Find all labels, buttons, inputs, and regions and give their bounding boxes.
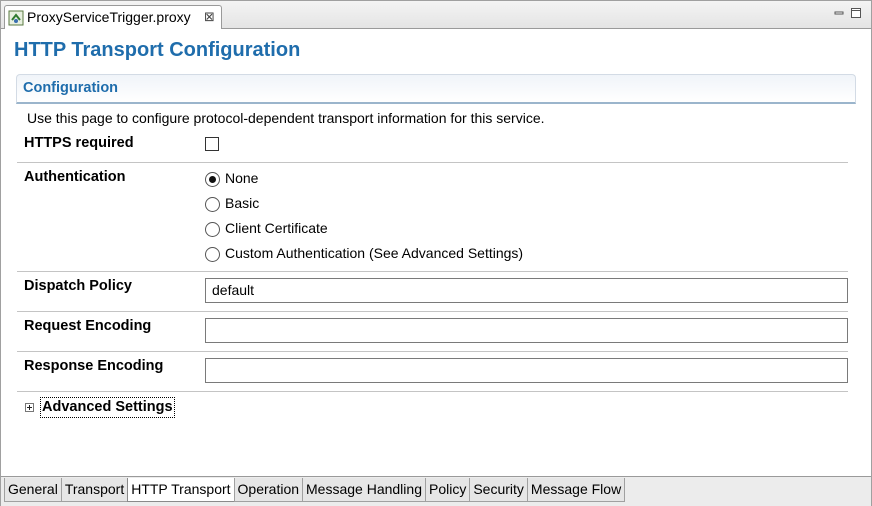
- section-title: Configuration: [23, 80, 119, 96]
- editor-page-tabs: General Transport HTTP Transport Operati…: [1, 476, 871, 506]
- radio-button[interactable]: [205, 247, 220, 262]
- radio-button[interactable]: [205, 197, 220, 212]
- dispatch-policy-label: Dispatch Policy: [24, 278, 132, 294]
- page-tab-list: General Transport HTTP Transport Operati…: [4, 478, 626, 502]
- editor-tab-title: ProxyServiceTrigger.proxy: [27, 9, 191, 25]
- tab-policy[interactable]: Policy: [424, 478, 471, 502]
- tab-security[interactable]: Security: [469, 478, 528, 502]
- row-divider: [17, 391, 848, 392]
- maximize-icon[interactable]: [850, 7, 862, 19]
- row-divider: [17, 162, 848, 163]
- dispatch-policy-field[interactable]: default: [205, 278, 848, 303]
- proxy-file-icon: [8, 10, 24, 26]
- authentication-label: Authentication: [24, 169, 126, 185]
- row-divider: [17, 271, 848, 272]
- configuration-section-header[interactable]: Configuration: [16, 74, 856, 104]
- auth-option-label: None: [225, 170, 259, 186]
- radio-selected-dot: [209, 176, 216, 183]
- tab-http-transport[interactable]: HTTP Transport: [127, 478, 235, 502]
- response-encoding-field[interactable]: [205, 358, 848, 383]
- editor-frame: ProxyServiceTrigger.proxy ⊠ HTTP Transpo…: [0, 0, 872, 506]
- auth-option-label: Client Certificate: [225, 220, 328, 236]
- https-required-checkbox[interactable]: [205, 137, 219, 151]
- tab-message-flow[interactable]: Message Flow: [526, 478, 626, 502]
- tab-message-handling[interactable]: Message Handling: [302, 478, 426, 502]
- row-divider: [17, 311, 848, 312]
- tab-operation[interactable]: Operation: [233, 478, 304, 502]
- page-title: HTTP Transport Configuration: [14, 39, 301, 61]
- tab-transport[interactable]: Transport: [60, 478, 129, 502]
- response-encoding-label: Response Encoding: [24, 358, 164, 374]
- request-encoding-field[interactable]: [205, 318, 848, 343]
- editor-tab-proxy-file[interactable]: ProxyServiceTrigger.proxy ⊠: [4, 5, 222, 29]
- radio-button[interactable]: [205, 172, 220, 187]
- auth-option-label: Custom Authentication (See Advanced Sett…: [225, 245, 524, 261]
- close-tab-icon[interactable]: ⊠: [204, 9, 215, 25]
- advanced-settings-toggle[interactable]: Advanced Settings: [40, 397, 175, 418]
- expand-plus-icon[interactable]: [25, 403, 34, 412]
- row-divider: [17, 351, 848, 352]
- radio-button[interactable]: [205, 222, 220, 237]
- https-required-label: HTTPS required: [24, 135, 134, 151]
- tab-general[interactable]: General: [4, 478, 62, 502]
- section-description: Use this page to configure protocol-depe…: [27, 110, 545, 126]
- request-encoding-label: Request Encoding: [24, 318, 152, 334]
- auth-option-label: Basic: [225, 195, 260, 211]
- editor-tab-strip: ProxyServiceTrigger.proxy ⊠: [1, 1, 871, 29]
- minimize-icon[interactable]: [833, 7, 845, 19]
